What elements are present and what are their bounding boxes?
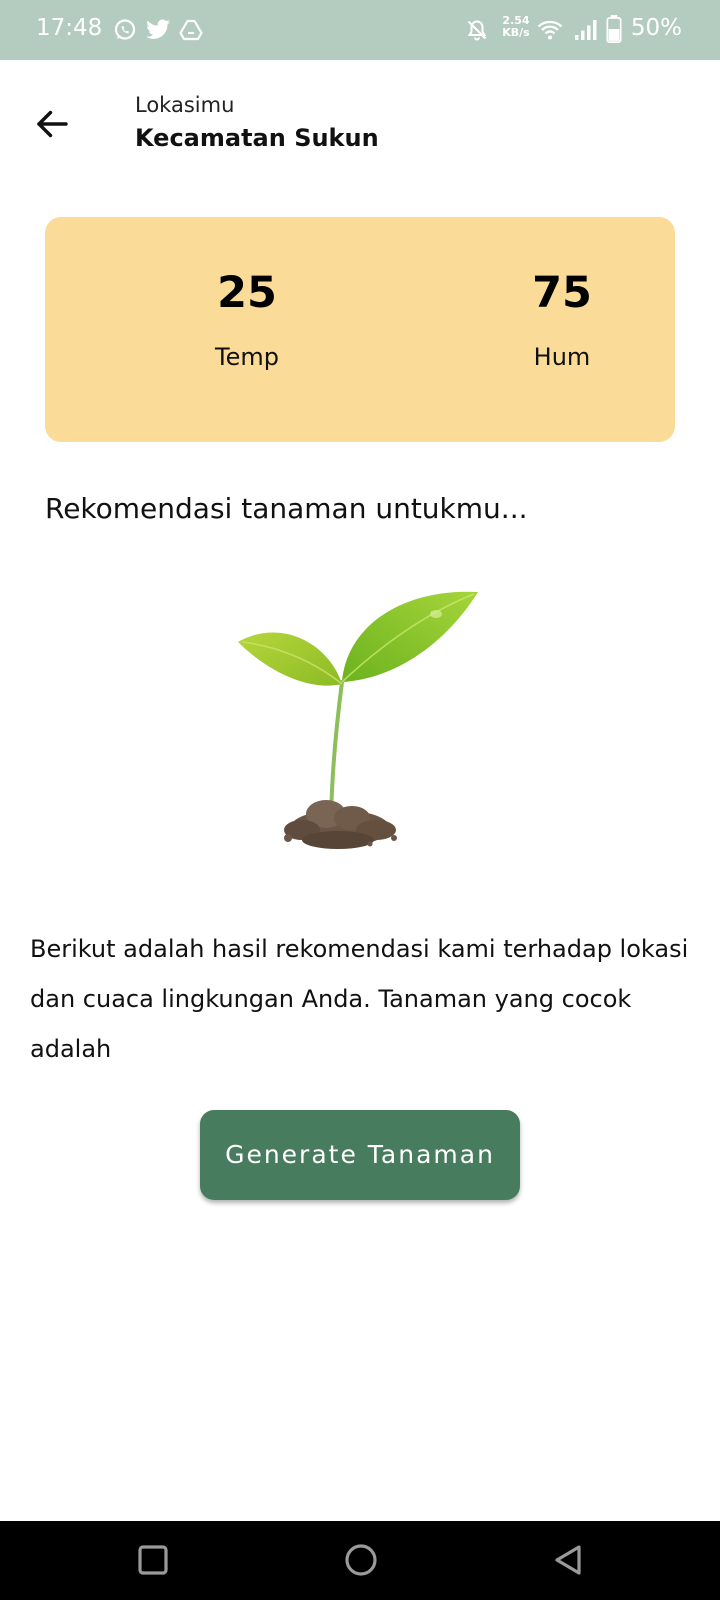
network-speed: 2.54 KB/s [501,15,531,39]
recommendation-description: Berikut adalah hasil rekomendasi kami te… [30,935,689,1063]
wifi-icon [537,20,563,40]
arrow-left-icon [37,110,68,138]
recommendation-title: Rekomendasi tanaman untukmu... [45,492,528,525]
humidity-label: Hum [533,343,591,371]
temperature-label: Temp [215,343,279,371]
twitter-icon [146,19,170,39]
system-nav-bar [0,1521,720,1600]
battery-icon [606,15,622,43]
sprout-illustration [238,591,478,849]
temperature-stat: 25 Temp [147,267,347,371]
recents-square-icon[interactable] [131,1538,175,1582]
location-name: Kecamatan Sukun [135,124,379,152]
back-button[interactable] [30,102,74,146]
whatsapp-icon [114,19,136,40]
back-triangle-icon[interactable] [547,1538,591,1582]
status-time: 17:48 [36,15,103,41]
humidity-value: 75 [532,268,592,318]
location-label: Lokasimu [135,93,235,117]
screen: 17:48 2.54 KB/s 50% Lokasimu Kecamatan S… [0,0,720,1600]
bell-off-icon [467,20,487,41]
humidity-stat: 75 Hum [462,267,662,371]
temperature-value: 25 [217,268,277,318]
battery-percent: 50% [630,15,682,41]
network-speed-unit: KB/s [502,26,530,39]
home-circle-icon[interactable] [339,1538,383,1582]
weather-card: 25 Temp 75 Hum [45,217,675,442]
generate-plant-button[interactable]: Generate Tanaman [200,1110,520,1200]
status-bar: 17:48 2.54 KB/s 50% [0,0,720,60]
signal-icon [575,20,597,40]
drive-icon [179,19,203,41]
